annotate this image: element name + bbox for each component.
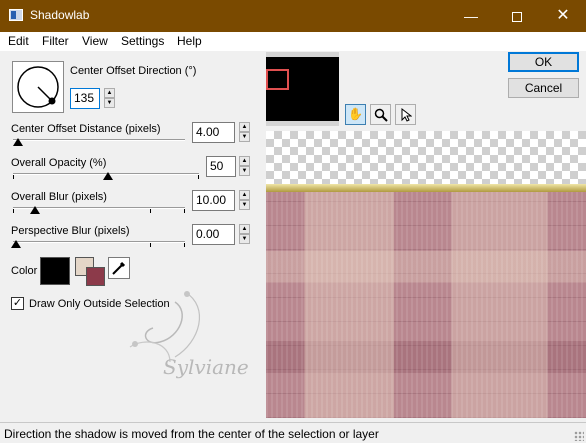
maximize-button[interactable]: [494, 0, 540, 32]
navigator-viewport-rect[interactable]: [266, 69, 289, 90]
eyedropper-icon: [112, 261, 126, 275]
direction-spinner[interactable]: ▲ ▼: [104, 88, 115, 109]
title-bar: Shadowlab — ✕: [0, 0, 586, 32]
watermark: Sylviane: [115, 282, 275, 412]
watermark-flourish: Sylviane: [129, 291, 249, 379]
preview-canvas[interactable]: [266, 131, 586, 418]
overall-blur-label: Overall Blur (pixels): [11, 191, 107, 203]
offset-distance-spinner[interactable]: ▲ ▼: [239, 122, 250, 143]
magnifier-icon: [374, 108, 388, 122]
menu-edit[interactable]: Edit: [8, 34, 29, 48]
pointer-tool-button[interactable]: [395, 104, 416, 125]
perspective-blur-spinner[interactable]: ▲ ▼: [239, 224, 250, 245]
offset-distance-label: Center Offset Distance (pixels): [11, 123, 161, 135]
material-foreground-swatch[interactable]: [86, 267, 105, 286]
menu-filter[interactable]: Filter: [42, 34, 69, 48]
menu-help[interactable]: Help: [177, 34, 202, 48]
direction-label: Center Offset Direction (°): [70, 65, 197, 77]
perspective-blur-track[interactable]: [13, 241, 185, 243]
menu-bar: Edit Filter View Settings Help: [0, 32, 586, 51]
opacity-label: Overall Opacity (%): [11, 157, 107, 169]
offset-distance-input[interactable]: 4.00: [192, 122, 235, 143]
dial-graphic: [17, 66, 59, 108]
pointer-icon: [401, 107, 412, 122]
ok-button[interactable]: OK: [508, 52, 579, 72]
pan-tool-button[interactable]: ✋: [345, 104, 366, 125]
color-label: Color: [11, 265, 38, 277]
preview-texture: [266, 192, 586, 418]
status-bar: Direction the shadow is moved from the c…: [0, 422, 586, 443]
direction-dial[interactable]: [12, 61, 64, 113]
overall-blur-thumb[interactable]: [30, 206, 40, 214]
watermark-text: Sylviane: [163, 355, 249, 379]
overall-blur-tick: [150, 209, 151, 213]
perspective-blur-tick: [184, 243, 185, 247]
direction-input[interactable]: 135: [70, 88, 100, 109]
menu-settings[interactable]: Settings: [121, 34, 164, 48]
perspective-blur-input[interactable]: 0.00: [192, 224, 235, 245]
opacity-tick: [13, 175, 14, 179]
eyedropper-button[interactable]: [108, 257, 130, 279]
overall-blur-tick: [13, 209, 14, 213]
offset-distance-thumb[interactable]: [13, 138, 23, 146]
resize-grip[interactable]: [574, 431, 584, 441]
window-title: Shadowlab: [30, 8, 90, 22]
overall-blur-spinner[interactable]: ▲ ▼: [239, 190, 250, 211]
perspective-blur-tick: [150, 243, 151, 247]
hand-icon: ✋: [348, 107, 363, 121]
status-text: Direction the shadow is moved from the c…: [4, 427, 379, 441]
zoom-tool-button[interactable]: [370, 104, 391, 125]
perspective-blur-thumb[interactable]: [11, 240, 21, 248]
perspective-blur-label: Perspective Blur (pixels): [11, 225, 130, 237]
preview-gold-border: [266, 184, 586, 192]
minimize-button[interactable]: —: [448, 0, 494, 32]
menu-view[interactable]: View: [82, 34, 108, 48]
app-icon: [9, 9, 23, 21]
offset-distance-track[interactable]: [13, 139, 185, 141]
opacity-spinner[interactable]: ▲ ▼: [239, 156, 250, 177]
opacity-thumb[interactable]: [103, 172, 113, 180]
opacity-tick: [198, 175, 199, 179]
overall-blur-tick: [184, 209, 185, 213]
outside-selection-checkbox[interactable]: ✓: [11, 297, 24, 310]
cancel-button[interactable]: Cancel: [508, 78, 579, 98]
shadow-color-swatch[interactable]: [40, 257, 70, 285]
close-button[interactable]: ✕: [540, 0, 586, 32]
opacity-input[interactable]: 50: [206, 156, 236, 177]
overall-blur-input[interactable]: 10.00: [192, 190, 235, 211]
